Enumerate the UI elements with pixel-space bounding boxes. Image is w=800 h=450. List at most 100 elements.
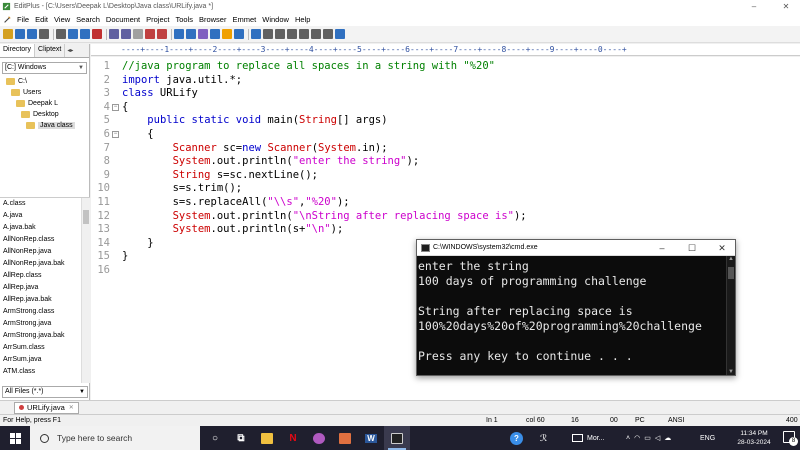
file-list-item[interactable]: AllNonRep.java xyxy=(0,246,90,258)
cmd-close-button[interactable]: ✕ xyxy=(707,240,737,256)
code-line[interactable]: public static void main(String[] args) xyxy=(122,114,387,128)
toolbar-button-icon[interactable] xyxy=(323,29,333,39)
toolbar-button-icon[interactable] xyxy=(157,29,167,39)
toolbar-button-icon[interactable] xyxy=(222,29,232,39)
code-line[interactable]: class URLify xyxy=(122,87,198,101)
fold-toggle-icon[interactable]: − xyxy=(112,103,119,111)
volume-icon[interactable]: ◁ xyxy=(655,434,664,442)
drive-selector[interactable]: [C:] Windows ▼ xyxy=(2,62,87,74)
browser-icon[interactable] xyxy=(306,426,332,450)
file-list-item[interactable]: AllNonRep.class xyxy=(0,234,90,246)
cmd-window[interactable]: C:\WINDOWS\system32\cmd.exe – ☐ ✕ enter … xyxy=(416,239,736,376)
toolbar-button-icon[interactable] xyxy=(92,29,102,39)
cloud-icon[interactable]: ☁ xyxy=(664,434,675,442)
code-line[interactable]: System.out.println("enter the string"); xyxy=(122,155,420,169)
menu-help[interactable]: Help xyxy=(292,15,313,24)
code-line[interactable]: System.out.println(s+"\n"); xyxy=(122,223,344,237)
file-list-item[interactable]: ArmStrong.java.bak xyxy=(0,330,90,342)
scroll-up-icon[interactable]: ▲ xyxy=(728,256,734,262)
file-list-item[interactable]: A.java.bak xyxy=(0,222,90,234)
toolbar-button-icon[interactable] xyxy=(56,29,66,39)
toolbar-button-icon[interactable] xyxy=(186,29,196,39)
file-list-scrollbar[interactable] xyxy=(81,198,90,383)
toolbar-button-icon[interactable] xyxy=(287,29,297,39)
toolbar-button-icon[interactable] xyxy=(109,29,119,39)
toolbar-button-icon[interactable] xyxy=(80,29,90,39)
tray-icons[interactable]: ˄ ◠ ▭ ◁ ☁ xyxy=(626,426,675,450)
toolbar-button-icon[interactable] xyxy=(251,29,261,39)
folder-tree-item[interactable]: C:\ xyxy=(0,76,89,87)
toolbar-button-icon[interactable] xyxy=(299,29,309,39)
scroll-down-icon[interactable]: ▼ xyxy=(728,369,734,375)
cmd-scrollbar[interactable]: ▲ ▼ xyxy=(726,256,735,375)
toolbar-button-icon[interactable] xyxy=(145,29,155,39)
menu-project[interactable]: Project xyxy=(143,15,172,24)
scrollbar-thumb[interactable] xyxy=(83,210,89,224)
scrollbar-thumb[interactable] xyxy=(728,267,734,279)
menu-search[interactable]: Search xyxy=(73,15,103,24)
toolbar-button-icon[interactable] xyxy=(210,29,220,39)
file-list-item[interactable]: AllRep.java.bak xyxy=(0,294,90,306)
cmd-minimize-button[interactable]: – xyxy=(647,240,677,256)
cmd-title-bar[interactable]: C:\WINDOWS\system32\cmd.exe – ☐ ✕ xyxy=(417,240,735,256)
code-line[interactable]: Scanner sc=new Scanner(System.in); xyxy=(122,142,388,156)
toolbar-button-icon[interactable] xyxy=(335,29,345,39)
language-indicator[interactable]: ENG xyxy=(700,426,715,450)
task-view-icon[interactable]: ⧉ xyxy=(228,426,254,450)
menu-edit[interactable]: Edit xyxy=(32,15,51,24)
people-icon[interactable]: ℛ xyxy=(540,426,547,450)
help-icon[interactable]: ? xyxy=(510,426,523,450)
toolbar-button-icon[interactable] xyxy=(15,29,25,39)
code-line[interactable]: //java program to replace all spaces in … xyxy=(122,60,495,74)
wifi-icon[interactable]: ◠ xyxy=(634,434,644,442)
file-list-item[interactable]: ATM.class xyxy=(0,366,90,378)
code-line[interactable]: { xyxy=(122,101,128,115)
folder-tree-item[interactable]: Users xyxy=(0,87,89,98)
menu-view[interactable]: View xyxy=(51,15,73,24)
paint-icon[interactable] xyxy=(332,426,358,450)
menu-document[interactable]: Document xyxy=(103,15,143,24)
close-tab-icon[interactable]: ✕ xyxy=(69,402,74,414)
toolbar-button-icon[interactable] xyxy=(311,29,321,39)
file-list-item[interactable]: ArmStrong.class xyxy=(0,306,90,318)
document-menu-icon[interactable] xyxy=(3,15,11,24)
code-line[interactable]: { xyxy=(122,128,153,142)
tab-directory[interactable]: Directory xyxy=(0,44,36,57)
toolbar-button-icon[interactable] xyxy=(174,29,184,39)
folder-tree-item[interactable]: Deepak L xyxy=(0,98,89,109)
toolbar-button-icon[interactable] xyxy=(275,29,285,39)
toolbar-button-icon[interactable] xyxy=(3,29,13,39)
news-widget[interactable]: Mor... xyxy=(572,426,605,450)
toolbar-button-icon[interactable] xyxy=(27,29,37,39)
taskbar-clock[interactable]: 11:34 PM 28-03-2024 xyxy=(734,429,774,447)
cmd-maximize-button[interactable]: ☐ xyxy=(677,240,707,256)
code-line[interactable]: String s=sc.nextLine(); xyxy=(122,169,318,183)
menu-file[interactable]: File xyxy=(14,15,32,24)
battery-icon[interactable]: ▭ xyxy=(644,434,655,442)
chevron-up-icon[interactable]: ˄ xyxy=(626,435,634,442)
fold-toggle-icon[interactable]: − xyxy=(112,131,119,138)
file-list-item[interactable]: ArrSum.class xyxy=(0,342,90,354)
menu-tools[interactable]: Tools xyxy=(172,15,196,24)
toolbar-button-icon[interactable] xyxy=(198,29,208,39)
taskbar-search[interactable]: Type here to search xyxy=(30,426,200,450)
folder-tree-item[interactable]: Desktop xyxy=(0,109,89,120)
code-line[interactable]: System.out.println("\nString after repla… xyxy=(122,210,527,224)
toolbar-button-icon[interactable] xyxy=(68,29,78,39)
panel-tab-scroll-arrows[interactable]: ◂▸ xyxy=(65,44,75,57)
code-line[interactable]: } xyxy=(122,237,153,251)
notification-icon[interactable]: 8 xyxy=(783,431,798,446)
file-filter-select[interactable]: All Files (*.*) ▼ xyxy=(2,386,88,398)
cortana-icon[interactable]: ○ xyxy=(202,426,228,450)
toolbar-button-icon[interactable] xyxy=(234,29,244,39)
code-line[interactable]: } xyxy=(122,250,128,264)
toolbar-button-icon[interactable] xyxy=(121,29,131,39)
word-icon[interactable]: W xyxy=(358,426,384,450)
file-list-item[interactable]: ArmStrong.java xyxy=(0,318,90,330)
folder-tree-item[interactable]: Java class xyxy=(0,120,89,131)
start-button[interactable] xyxy=(0,426,30,450)
tab-cliptext[interactable]: Cliptext xyxy=(35,44,66,57)
file-list-item[interactable]: AllRep.class xyxy=(0,270,90,282)
toolbar-button-icon[interactable] xyxy=(39,29,49,39)
cmd-icon[interactable] xyxy=(384,426,410,450)
